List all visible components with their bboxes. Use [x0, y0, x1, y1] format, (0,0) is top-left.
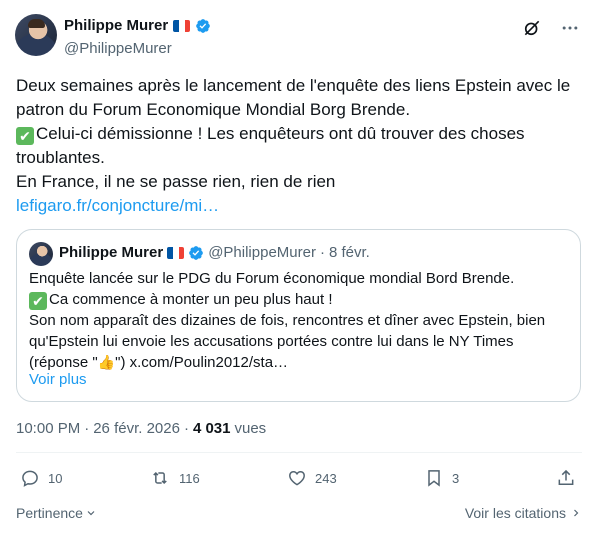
tweet-line: patron du Forum Economique Mondial Borg … [16, 100, 411, 119]
repost-count: 116 [179, 470, 200, 486]
quote-text: Enquête lancée sur le PDG du Forum écono… [29, 268, 574, 373]
france-flag-icon [173, 19, 191, 32]
author-avatar[interactable] [15, 14, 57, 56]
quote-separator: · [319, 244, 325, 261]
quote-line-prefix: (réponse " [29, 354, 98, 371]
quote-line: qu'Epstein lui envoie les accusations po… [29, 333, 514, 350]
top-actions [522, 18, 580, 38]
tweet-time[interactable]: 10:00 PM [16, 420, 80, 437]
bookmark-button[interactable]: 3 [424, 468, 459, 488]
tweet-line: Deux semaines après le lancement de l'en… [16, 76, 571, 95]
quote-header: Philippe Murer @PhilippeMurer · 8 févr. [59, 244, 370, 261]
check-mark-emoji: ✔ [29, 292, 47, 310]
tweet-meta: 10:00 PM · 26 févr. 2026 · 4 031 vues [16, 420, 266, 437]
tweet-link[interactable]: lefigaro.fr/conjoncture/mi… [16, 194, 588, 218]
verified-badge-icon [196, 18, 211, 33]
quote-line-text: Ca commence à monter un peu plus haut ! [49, 291, 333, 308]
chevron-down-icon [87, 511, 95, 516]
thumbs-up-emoji: 👍 [97, 354, 116, 370]
tweet-line: ✔ Celui-ci démissionne ! Les enquêteurs o… [16, 122, 588, 146]
more-icon[interactable] [560, 18, 580, 38]
heart-icon [289, 470, 305, 486]
reply-button[interactable]: 10 [20, 468, 62, 488]
quoted-tweet[interactable]: Philippe Murer @PhilippeMurer · 8 févr. … [16, 229, 581, 402]
sort-label: Pertinence [16, 505, 83, 521]
check-mark-emoji: ✔ [16, 127, 34, 145]
tweet-date[interactable]: 26 févr. 2026 [93, 420, 180, 437]
view-quotes-label: Voir les citations [464, 505, 566, 521]
like-button[interactable]: 243 [287, 468, 337, 488]
reply-icon [22, 470, 38, 487]
quote-author-handle[interactable]: @PhilippeMurer [208, 244, 316, 261]
chevron-right-icon [574, 509, 579, 517]
views-label: vues [234, 420, 267, 437]
share-icon [558, 469, 574, 485]
grok-icon[interactable] [522, 18, 542, 38]
reply-count: 10 [48, 470, 63, 486]
quote-author-name[interactable]: Philippe Murer [59, 244, 163, 261]
like-count: 243 [315, 470, 337, 486]
author-handle[interactable]: @PhilippeMurer [64, 40, 172, 57]
quote-line: Enquête lancée sur le PDG du Forum écono… [29, 270, 515, 287]
show-more-link[interactable]: Voir plus [29, 371, 87, 388]
action-bar: 10 116 243 3 [16, 468, 582, 498]
divider [16, 452, 582, 453]
bookmark-icon [428, 470, 440, 487]
share-button[interactable] [556, 468, 576, 488]
tweet-line-text: Celui-ci démissionne ! Les enquêteurs on… [36, 124, 525, 143]
meta-separator: · [183, 420, 189, 437]
quote-line: Son nom apparaît des dizaines de fois, r… [29, 312, 546, 329]
quote-author-avatar[interactable] [29, 242, 53, 266]
view-quotes-link[interactable]: Voir les citations [465, 505, 582, 521]
quote-line: (réponse "👍") x.com/Poulin2012/sta… [29, 352, 574, 373]
tweet-text: Deux semaines après le lancement de l'en… [16, 74, 588, 218]
tweet-line: En France, il ne se passe rien, rien de … [16, 172, 336, 191]
france-flag-icon [167, 246, 185, 259]
quote-date[interactable]: 8 févr. [329, 244, 370, 261]
quote-line-text: ) x.com/Poulin2012/sta… [120, 354, 289, 371]
author-display-name[interactable]: Philippe Murer [64, 17, 168, 34]
sort-dropdown[interactable]: Pertinence [16, 505, 97, 521]
verified-badge-icon [189, 245, 204, 260]
views-count: 4 031 [192, 420, 231, 437]
quote-line: ✔ Ca commence à monter un peu plus haut ! [29, 289, 574, 310]
meta-separator: · [84, 420, 90, 437]
bookmark-count: 3 [452, 470, 460, 486]
author-name-row: Philippe Murer [64, 17, 211, 34]
tweet-line: troublantes. [16, 148, 105, 167]
repost-icon [153, 471, 167, 485]
repost-button[interactable]: 116 [149, 468, 200, 488]
